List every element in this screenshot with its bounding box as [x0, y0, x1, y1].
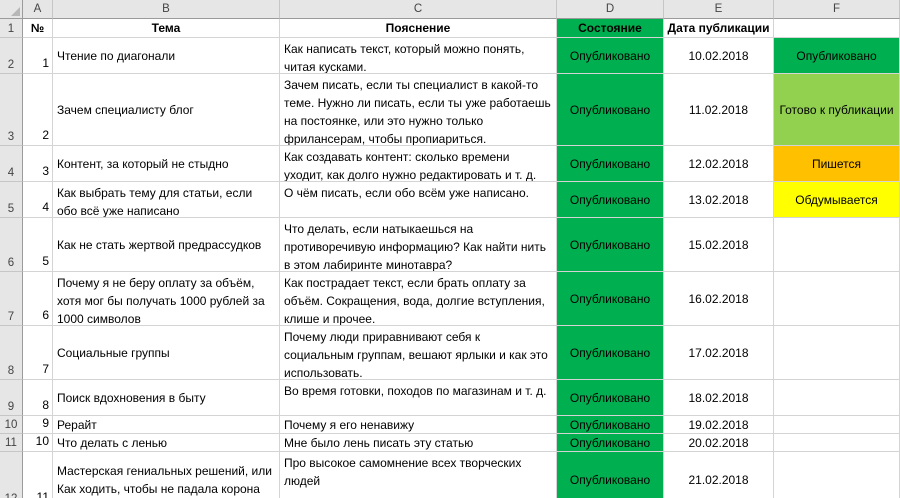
cell-description[interactable]: Почему люди приравнивают себя к социальн…	[280, 326, 557, 380]
cell-description[interactable]: Как пострадает текст, если брать оплату …	[280, 272, 557, 326]
cell-status[interactable]: Опубликовано	[557, 416, 664, 434]
cell-description[interactable]: Про высокое самомнение всех творческих л…	[280, 452, 557, 498]
cell-topic[interactable]: Контент, за который не стыдно	[53, 146, 280, 182]
cell-description[interactable]: Как написать текст, который можно понять…	[280, 38, 557, 74]
cell-topic[interactable]: Поиск вдохновения в быту	[53, 380, 280, 416]
spreadsheet-grid: A B C D E F 1 № Тема Пояснение Состояние…	[0, 0, 900, 498]
cell-topic[interactable]: Рерайт	[53, 416, 280, 434]
row-header[interactable]: 5	[0, 182, 23, 218]
cell-date[interactable]: 15.02.2018	[664, 218, 774, 272]
cell-status[interactable]: Опубликовано	[557, 218, 664, 272]
cell-status[interactable]: Опубликовано	[557, 434, 664, 452]
cell-topic[interactable]: Социальные группы	[53, 326, 280, 380]
cell-f[interactable]	[774, 218, 900, 272]
column-header-b[interactable]: B	[53, 0, 280, 19]
cell-num[interactable]: 11	[23, 452, 53, 498]
row-header[interactable]: 12	[0, 452, 23, 498]
row-header[interactable]: 10	[0, 416, 23, 434]
select-all-corner[interactable]	[0, 0, 23, 19]
row-header[interactable]: 4	[0, 146, 23, 182]
cell-description[interactable]: Во время готовки, походов по магазинам и…	[280, 380, 557, 416]
cell-status[interactable]: Опубликовано	[557, 452, 664, 498]
cell-date[interactable]: 19.02.2018	[664, 416, 774, 434]
cell-date[interactable]: 16.02.2018	[664, 272, 774, 326]
cell-num[interactable]: 10	[23, 434, 53, 452]
cell-date[interactable]: 12.02.2018	[664, 146, 774, 182]
cell-num[interactable]: 1	[23, 38, 53, 74]
cell-num[interactable]: 3	[23, 146, 53, 182]
row-header[interactable]: 9	[0, 380, 23, 416]
cell-f[interactable]	[774, 416, 900, 434]
cell-status[interactable]: Опубликовано	[557, 272, 664, 326]
header-cell-description[interactable]: Пояснение	[280, 19, 557, 38]
cell-date[interactable]: 20.02.2018	[664, 434, 774, 452]
column-header-d[interactable]: D	[557, 0, 664, 19]
cell-num[interactable]: 2	[23, 74, 53, 146]
cell-date[interactable]: 11.02.2018	[664, 74, 774, 146]
row-header[interactable]: 3	[0, 74, 23, 146]
header-cell-status[interactable]: Состояние	[557, 19, 664, 38]
cell-date[interactable]: 17.02.2018	[664, 326, 774, 380]
row-header[interactable]: 8	[0, 326, 23, 380]
cell-date[interactable]: 21.02.2018	[664, 452, 774, 498]
column-header-e[interactable]: E	[664, 0, 774, 19]
cell-description[interactable]: Зачем писать, если ты специалист в какой…	[280, 74, 557, 146]
column-header-a[interactable]: A	[23, 0, 53, 19]
cell-f[interactable]	[774, 272, 900, 326]
cell-num[interactable]: 4	[23, 182, 53, 218]
cell-topic[interactable]: Что делать с ленью	[53, 434, 280, 452]
cell-description[interactable]: Как создавать контент: сколько времени у…	[280, 146, 557, 182]
cell-f[interactable]	[774, 434, 900, 452]
cell-description[interactable]: Почему я его ненавижу	[280, 416, 557, 434]
header-cell-topic[interactable]: Тема	[53, 19, 280, 38]
row-header[interactable]: 6	[0, 218, 23, 272]
cell-date[interactable]: 18.02.2018	[664, 380, 774, 416]
cell-topic[interactable]: Как не стать жертвой предрассудков	[53, 218, 280, 272]
cell-topic[interactable]: Как выбрать тему для статьи, если обо вс…	[53, 182, 280, 218]
row-header[interactable]: 11	[0, 434, 23, 452]
cell-status[interactable]: Опубликовано	[557, 38, 664, 74]
column-header-c[interactable]: C	[280, 0, 557, 19]
cell-f[interactable]	[774, 326, 900, 380]
legend-writing[interactable]: Пишется	[774, 146, 900, 182]
cell-description[interactable]: Что делать, если натыкаешься на противор…	[280, 218, 557, 272]
cell-f[interactable]	[774, 380, 900, 416]
row-header[interactable]: 7	[0, 272, 23, 326]
cell-description[interactable]: О чём писать, если обо всём уже написано…	[280, 182, 557, 218]
cell-num[interactable]: 9	[23, 416, 53, 434]
cell-topic[interactable]: Зачем специалисту блог	[53, 74, 280, 146]
cell-date[interactable]: 13.02.2018	[664, 182, 774, 218]
header-cell-date[interactable]: Дата публикации	[664, 19, 774, 38]
cell-status[interactable]: Опубликовано	[557, 326, 664, 380]
cell-topic[interactable]: Чтение по диагонали	[53, 38, 280, 74]
cell-date[interactable]: 10.02.2018	[664, 38, 774, 74]
cell-topic[interactable]: Мастерская гениальных решений, или Как х…	[53, 452, 280, 498]
cell-status[interactable]: Опубликовано	[557, 380, 664, 416]
header-cell-num[interactable]: №	[23, 19, 53, 38]
cell-status[interactable]: Опубликовано	[557, 74, 664, 146]
cell-topic[interactable]: Почему я не беру оплату за объём, хотя м…	[53, 272, 280, 326]
row-header[interactable]: 1	[0, 19, 23, 38]
cell-f[interactable]	[774, 452, 900, 498]
column-header-f[interactable]: F	[774, 0, 900, 19]
cell-num[interactable]: 7	[23, 326, 53, 380]
cell-num[interactable]: 6	[23, 272, 53, 326]
legend-ready[interactable]: Готово к публикации	[774, 74, 900, 146]
header-cell-f[interactable]	[774, 19, 900, 38]
cell-description[interactable]: Мне было лень писать эту статью	[280, 434, 557, 452]
cell-num[interactable]: 5	[23, 218, 53, 272]
legend-published[interactable]: Опубликовано	[774, 38, 900, 74]
cell-num[interactable]: 8	[23, 380, 53, 416]
row-header[interactable]: 2	[0, 38, 23, 74]
cell-status[interactable]: Опубликовано	[557, 146, 664, 182]
cell-status[interactable]: Опубликовано	[557, 182, 664, 218]
legend-thinking[interactable]: Обдумывается	[774, 182, 900, 218]
